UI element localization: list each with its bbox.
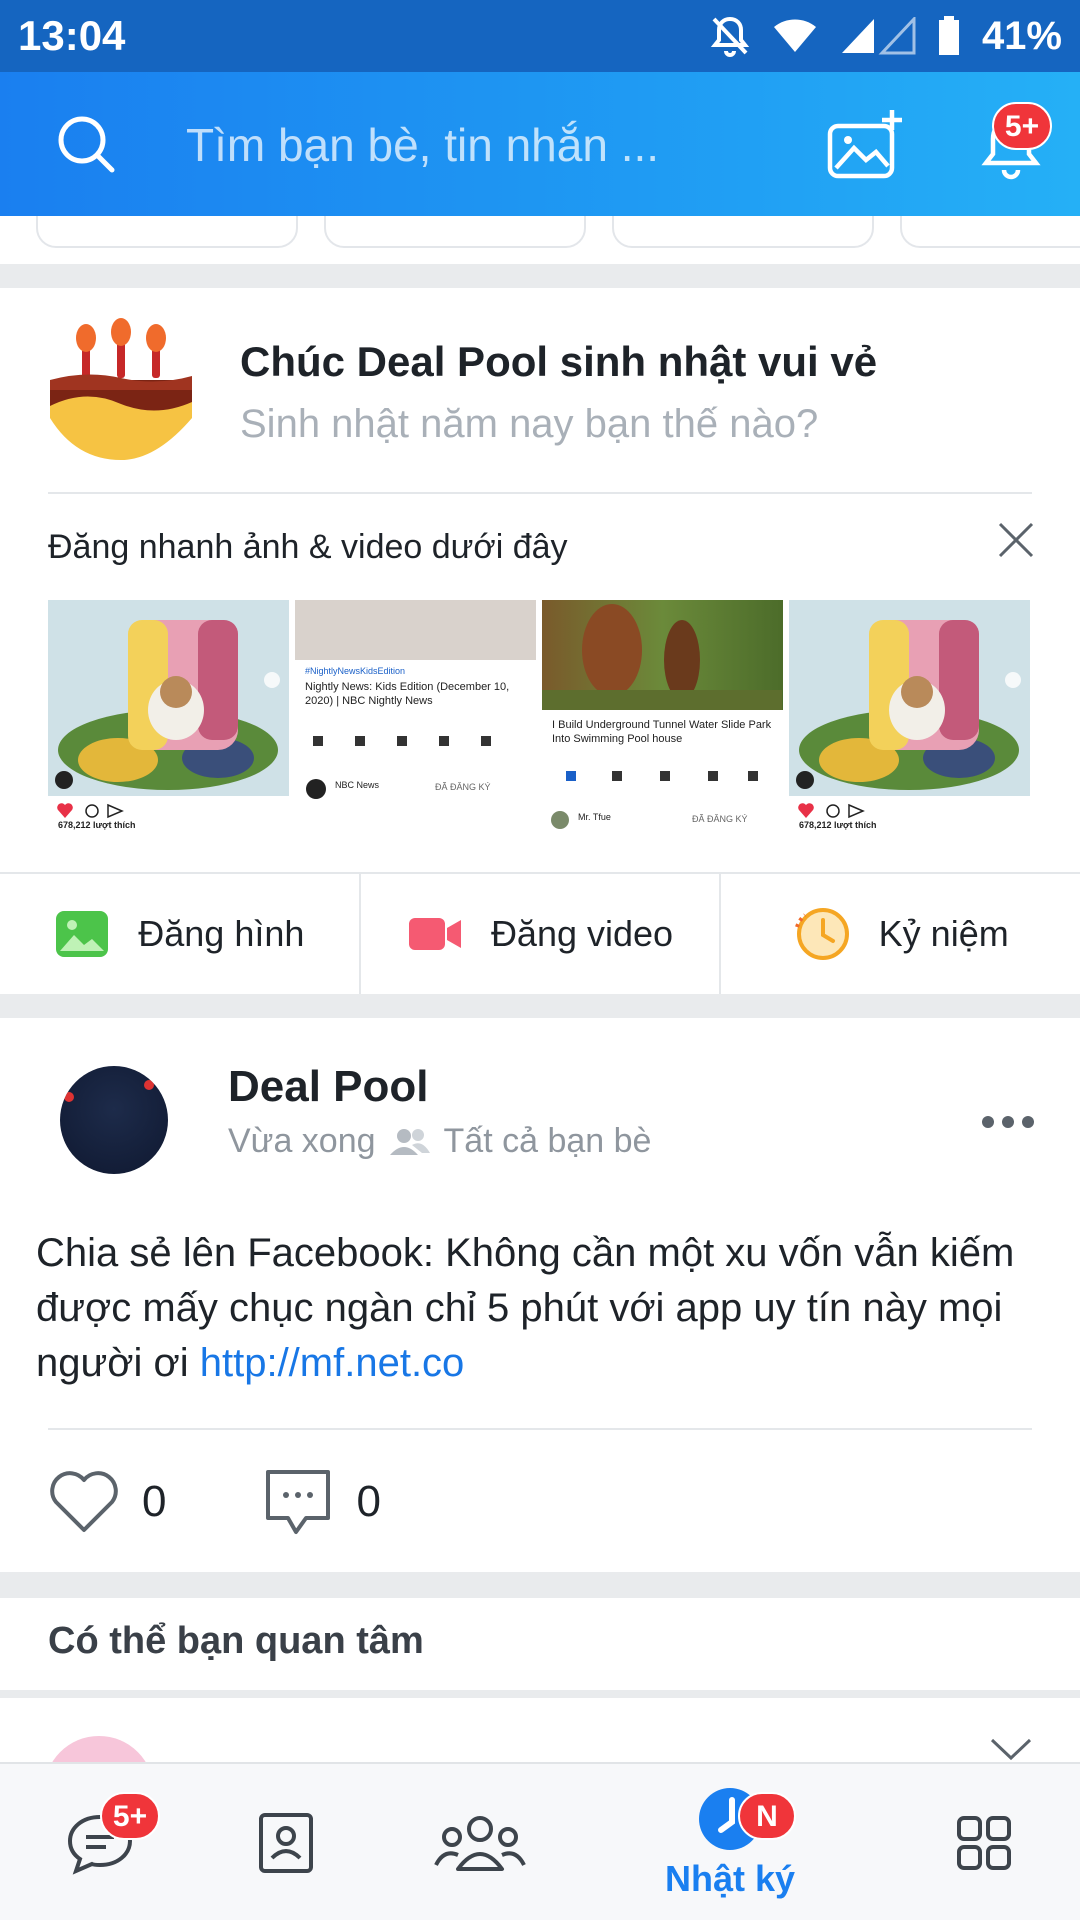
post-body: Chia sẻ lên Facebook: Không cần một xu v… [36,1231,1015,1385]
search-input[interactable]: Tìm bạn bè, tin nhắn ... [186,118,659,172]
shortcut-chip[interactable] [36,216,298,248]
news-tag: #NightlyNewsKidsEdition [305,666,406,676]
search-icon[interactable] [54,112,118,176]
shortcut-chip[interactable] [900,216,1080,248]
thumbnail-cat-photo[interactable]: 678,212 lượt thích [48,600,289,830]
tab-groups[interactable] [380,1764,580,1920]
post-author[interactable]: Deal Pool [228,1062,429,1112]
shortcut-chips [0,216,1080,264]
notification-badge: 5+ [992,102,1052,150]
like-comment-share-icons [57,803,124,819]
timeline-badge: N [738,1792,796,1840]
quick-actions: Đăng hình Đăng video Kỷ niệm [0,872,1080,994]
cat-photo [48,600,289,796]
jungle-channel: Mr. Tfue [578,812,611,822]
post-time: Vừa xong [228,1122,376,1160]
tab-timeline-label: Nhật ký [664,1858,796,1899]
video-icon [408,918,461,950]
memories-button[interactable]: Kỷ niệm [721,874,1080,994]
bottom-navigation: 5+ Nhật ký N [0,1762,1080,1920]
thumbnail-likes: 678,212 lượt thích [799,820,877,830]
shortcut-chip[interactable] [324,216,586,248]
messages-badge: 5+ [100,1792,160,1840]
status-bar: 13:04 41% [0,0,1080,72]
close-icon[interactable] [996,520,1036,560]
birthday-subtitle[interactable]: Sinh nhật năm nay bạn thế nào? [240,402,818,447]
nbc-logo-icon [306,779,326,799]
groups-icon [434,1816,526,1871]
jungle-subscribed: ĐÃ ĐĂNG KÝ [692,814,748,824]
avatar-decoration [144,1080,154,1090]
post-text: Chia sẻ lên Facebook: Không cần một xu v… [36,1226,1036,1391]
quick-post-title: Đăng nhanh ảnh & video dưới đây [48,528,568,566]
like-button[interactable]: 0 [48,1470,166,1534]
clock-icon [794,908,849,960]
battery-level: 41% [981,13,1062,58]
post-link[interactable]: http://mf.net.co [200,1341,465,1385]
like-comment-share-icons [798,803,865,819]
thumbnail-likes: 678,212 lượt thích [58,820,136,830]
comment-button[interactable]: 0 [262,1468,381,1536]
status-icons: 41% [710,14,1062,59]
comment-icon [266,1470,331,1534]
suggestions-title: Có thể bạn quan tâm [48,1620,424,1662]
divider [48,492,1032,494]
signal-icon [841,17,916,55]
news-subscribed: ĐÃ ĐĂNG KÝ [435,782,491,792]
friends-icon [389,1128,430,1155]
contacts-icon [259,1813,313,1873]
tab-messages[interactable] [0,1764,200,1920]
news-caption: Nightly News: Kids Edition (December 10,… [305,681,510,707]
tab-contacts[interactable] [186,1764,386,1920]
post-reactions: 0 0 [48,1468,477,1536]
shortcut-chip[interactable] [612,216,874,248]
divider [48,1428,1032,1430]
post-video-button[interactable]: Đăng video [361,874,722,994]
avatar-decoration [64,1092,74,1102]
cat-photo [789,600,1030,796]
jungle-video-frame [542,600,783,710]
app-header: Tìm bạn bè, tin nhắn ... 5+ [0,72,1080,216]
battery-icon [938,16,959,55]
comment-count: 0 [356,1477,381,1526]
add-photo-icon[interactable] [826,108,904,180]
suggestions-header: Có thể bạn quan tâm [0,1598,1080,1690]
news-channel: NBC News [335,780,380,790]
post-meta: Vừa xong Tất cả bạn bè [228,1122,651,1161]
thumbnail-cat-photo[interactable]: 678,212 lượt thích [789,600,1030,830]
avatar[interactable] [60,1066,168,1174]
post-photo-button[interactable]: Đăng hình [0,874,361,994]
news-video-frame [295,600,536,660]
post-privacy: Tất cả bạn bè [443,1122,652,1160]
chevron-down-icon[interactable] [990,1738,1032,1762]
jungle-caption: I Build Underground Tunnel Water Slide P… [552,719,772,745]
heart-icon [50,1471,118,1532]
status-time: 13:04 [18,12,126,59]
tab-more[interactable] [884,1764,1080,1920]
wifi-icon [773,19,816,52]
post-card: Deal Pool Vừa xong Tất cả bạn bè Chia sẻ… [0,1018,1080,1572]
birthday-title[interactable]: Chúc Deal Pool sinh nhật vui vẻ [240,338,877,386]
channel-avatar-icon [551,811,569,829]
memories-label: Kỷ niệm [878,913,1009,954]
post-video-label: Đăng video [490,913,674,954]
more-options-icon[interactable] [980,1114,1036,1130]
video-action-icons [566,771,758,781]
quick-post-thumbnails: 678,212 lượt thích #NightlyNewsKidsEditi… [48,600,1030,830]
birthday-cake-icon[interactable] [46,318,196,460]
image-icon [56,911,109,957]
post-photo-label: Đăng hình [138,913,305,954]
tab-timeline[interactable]: Nhật ký [630,1764,830,1920]
thumbnail-jungle-video[interactable]: I Build Underground Tunnel Water Slide P… [542,600,783,830]
grid-icon [957,1816,1011,1870]
video-action-icons [313,736,491,746]
like-count: 0 [142,1477,167,1526]
notifications-off-icon [710,16,750,57]
birthday-card: Chúc Deal Pool sinh nhật vui vẻ Sinh nhậ… [0,288,1080,994]
thumbnail-news-video[interactable]: #NightlyNewsKidsEdition Nightly News: Ki… [295,600,536,830]
